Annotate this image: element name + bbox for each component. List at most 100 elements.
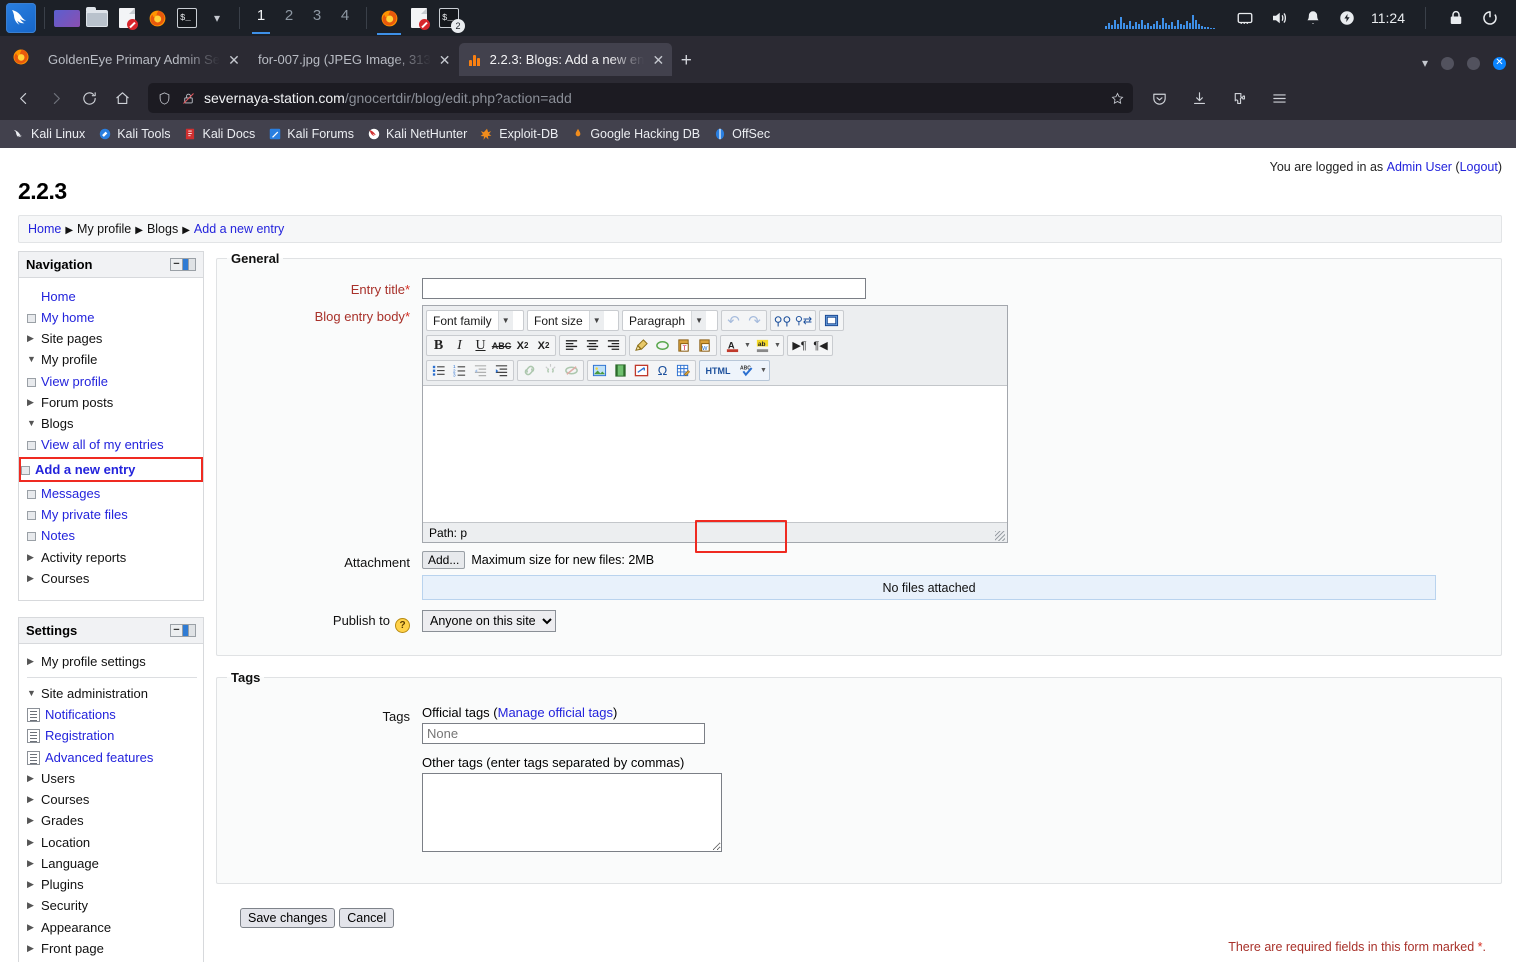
redo-icon[interactable]: ↷ — [744, 311, 765, 330]
notifications-icon[interactable] — [1303, 8, 1323, 28]
power-icon[interactable] — [1337, 8, 1357, 28]
insert-image-icon[interactable] — [589, 361, 610, 380]
maximize-button[interactable] — [1467, 56, 1480, 70]
unlink-icon[interactable] — [540, 361, 561, 380]
find-icon[interactable]: ⚲⚲ — [772, 311, 793, 330]
font-size-select[interactable]: Font size ▼ — [527, 310, 619, 331]
edit-html-icon[interactable]: HTML — [701, 361, 735, 380]
chevron-right-icon[interactable] — [27, 816, 36, 825]
rtl-icon[interactable]: ¶◀ — [810, 336, 831, 355]
reload-icon[interactable] — [74, 83, 104, 113]
workspace-4[interactable]: 4 — [332, 1, 358, 35]
bookmark-kali-tools[interactable]: Kali Tools — [98, 127, 170, 141]
strikethrough-icon[interactable]: ABC — [491, 336, 512, 355]
bold-icon[interactable]: B — [428, 336, 449, 355]
navigation-block-controls[interactable]: − — [170, 258, 196, 271]
align-right-icon[interactable] — [603, 336, 624, 355]
superscript-icon[interactable]: X2 — [533, 336, 554, 355]
workspace-2[interactable]: 2 — [276, 1, 302, 35]
bookmark-exploit-db[interactable]: Exploit-DB — [480, 127, 558, 141]
kali-menu-icon[interactable] — [6, 3, 36, 33]
chevron-right-icon[interactable] — [27, 923, 36, 932]
volume-icon[interactable] — [1269, 8, 1289, 28]
nav-link-add-a-new-entry[interactable]: Add a new entry — [35, 462, 135, 478]
chevron-down-icon[interactable]: ▼ — [759, 361, 768, 380]
chevron-down-icon[interactable]: ▼ — [773, 336, 782, 355]
outdent-icon[interactable] — [470, 361, 491, 380]
pocket-icon[interactable] — [1144, 83, 1174, 113]
other-tags-textarea[interactable] — [422, 773, 722, 852]
bullet-list-icon[interactable] — [428, 361, 449, 380]
undo-icon[interactable]: ↶ — [723, 311, 744, 330]
logged-in-user-link[interactable]: Admin User — [1387, 160, 1452, 174]
paste-as-text-icon[interactable]: T — [673, 336, 694, 355]
chevron-right-icon[interactable] — [27, 553, 36, 562]
nav-link-notes[interactable]: Notes — [41, 528, 75, 544]
bookmark-kali-docs[interactable]: Kali Docs — [183, 127, 255, 141]
spellcheck-icon[interactable]: ABC — [735, 361, 759, 380]
close-tab-3-icon[interactable]: ✕ — [650, 52, 666, 68]
font-family-select[interactable]: Font family ▼ — [426, 310, 524, 331]
chevron-right-icon[interactable] — [27, 774, 36, 783]
chevron-down-icon[interactable]: ▼ — [743, 336, 752, 355]
breadcrumb-item-add-a-new-entry[interactable]: Add a new entry — [194, 222, 284, 236]
downloads-icon[interactable] — [1184, 83, 1214, 113]
bookmark-kali-forums[interactable]: Kali Forums — [268, 127, 354, 141]
workspace-1[interactable]: 1 — [248, 1, 274, 35]
close-tab-2-icon[interactable]: ✕ — [437, 52, 453, 68]
network-icon[interactable] — [1235, 8, 1255, 28]
insert-nonbreaking-icon[interactable] — [631, 361, 652, 380]
firefox-window-button[interactable] — [375, 4, 403, 35]
numbered-list-icon[interactable]: 123 — [449, 361, 470, 380]
insert-media-icon[interactable] — [610, 361, 631, 380]
entry-title-input[interactable] — [422, 278, 866, 299]
nav-link-my-private-files[interactable]: My private files — [41, 507, 128, 523]
browser-tab-3[interactable]: 2.2.3: Blogs: Add a new en ✕ — [458, 43, 673, 76]
minimize-button[interactable] — [1441, 56, 1454, 70]
chevron-right-icon[interactable] — [27, 880, 36, 889]
manage-official-tags-link[interactable]: Manage official tags — [498, 705, 613, 720]
app-menu-icon[interactable] — [1264, 83, 1294, 113]
new-tab-button[interactable]: + — [672, 46, 700, 76]
lock-icon[interactable] — [1446, 8, 1466, 28]
clean-formatting-icon[interactable] — [631, 336, 652, 355]
workspace-3[interactable]: 3 — [304, 1, 330, 35]
resize-grip-icon[interactable] — [995, 531, 1005, 541]
align-left-icon[interactable] — [561, 336, 582, 355]
chevron-right-icon[interactable] — [27, 859, 36, 868]
forward-icon[interactable] — [41, 83, 71, 113]
file-drop-area[interactable]: No files attached — [422, 575, 1436, 600]
logout-icon[interactable] — [1480, 8, 1500, 28]
chevron-down-icon[interactable] — [27, 419, 36, 428]
close-window-button[interactable]: ✕ — [1493, 56, 1506, 70]
chevron-down-icon[interactable] — [27, 355, 36, 364]
browser-tab-2[interactable]: for-007.jpg (JPEG Image, 313 ✕ — [248, 43, 459, 76]
list-all-tabs-icon[interactable]: ▾ — [1422, 56, 1428, 70]
chevron-right-icon[interactable] — [27, 838, 36, 847]
bookmark-offsec[interactable]: OffSec — [713, 127, 770, 141]
terminal-window-button[interactable]: $_ 2 — [435, 4, 465, 33]
chevron-right-icon[interactable] — [27, 334, 36, 343]
nav-link-view-all-of-my-entries[interactable]: View all of my entries — [41, 437, 164, 453]
indent-icon[interactable] — [491, 361, 512, 380]
clock[interactable]: 11:24 — [1371, 10, 1405, 26]
address-bar[interactable]: severnaya-station.com/gnocertdir/blog/ed… — [148, 83, 1133, 113]
underline-icon[interactable]: U — [470, 336, 491, 355]
find-replace-icon[interactable]: ⚲⇄ — [793, 311, 814, 330]
home-icon[interactable] — [107, 83, 137, 113]
text-editor-icon[interactable] — [113, 4, 141, 32]
firefox-icon[interactable] — [143, 4, 171, 32]
align-center-icon[interactable] — [582, 336, 603, 355]
remove-formatting-icon[interactable] — [652, 336, 673, 355]
chevron-right-icon[interactable] — [27, 795, 36, 804]
chevron-down-icon[interactable] — [27, 689, 36, 698]
italic-icon[interactable]: I — [449, 336, 470, 355]
publish-to-select[interactable]: Anyone on this site — [422, 610, 556, 632]
chevron-right-icon[interactable] — [27, 901, 36, 910]
insecure-lock-icon[interactable] — [180, 90, 196, 106]
bookmark-kali-nethunter[interactable]: Kali NetHunter — [367, 127, 467, 141]
settings-link-advanced-features[interactable]: Advanced features — [45, 750, 153, 766]
insert-link-icon[interactable] — [519, 361, 540, 380]
collapse-block-icon[interactable]: − — [170, 258, 183, 271]
add-attachment-button[interactable]: Add... — [422, 551, 466, 569]
